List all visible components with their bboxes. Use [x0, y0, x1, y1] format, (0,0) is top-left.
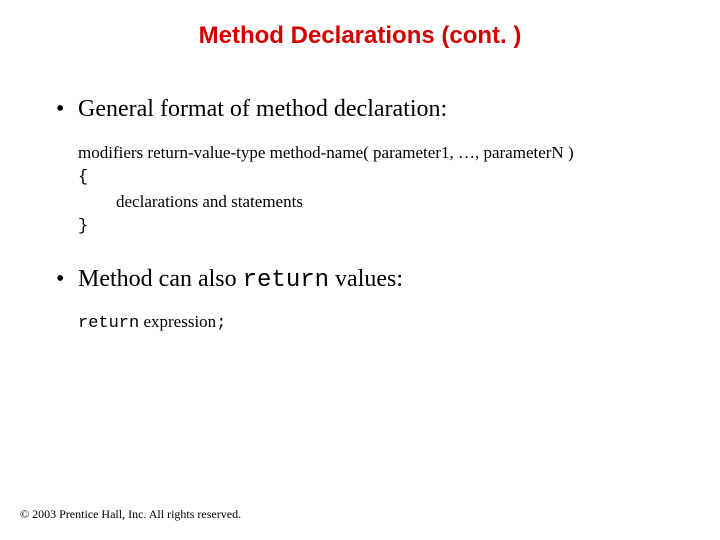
bullet-general-format: General format of method declaration:: [52, 96, 672, 123]
body-line: declarations and statements: [78, 190, 672, 215]
slide-body: General format of method declaration: mo…: [52, 96, 672, 333]
open-brace: {: [78, 166, 672, 191]
return-keyword-inline: return: [243, 267, 329, 294]
return-keyword: return: [78, 314, 139, 333]
bullet-return-post: values:: [329, 266, 403, 292]
bullet-return-pre: Method can also: [78, 266, 243, 292]
bullet-return-values: Method can also return values:: [52, 266, 672, 294]
slide: Method Declarations (cont. ) General for…: [0, 0, 720, 540]
copyright-footer: © 2003 Prentice Hall, Inc. All rights re…: [20, 507, 241, 522]
signature-line: modifiers return-value-type method-name(…: [78, 143, 574, 162]
return-semicolon: ;: [216, 314, 226, 333]
slide-title: Method Declarations (cont. ): [0, 22, 720, 50]
close-brace: }: [78, 215, 672, 240]
return-expression: expression: [139, 312, 216, 331]
method-declaration-format: modifiers return-value-type method-name(…: [78, 141, 672, 240]
return-statement: return expression;: [78, 312, 672, 333]
